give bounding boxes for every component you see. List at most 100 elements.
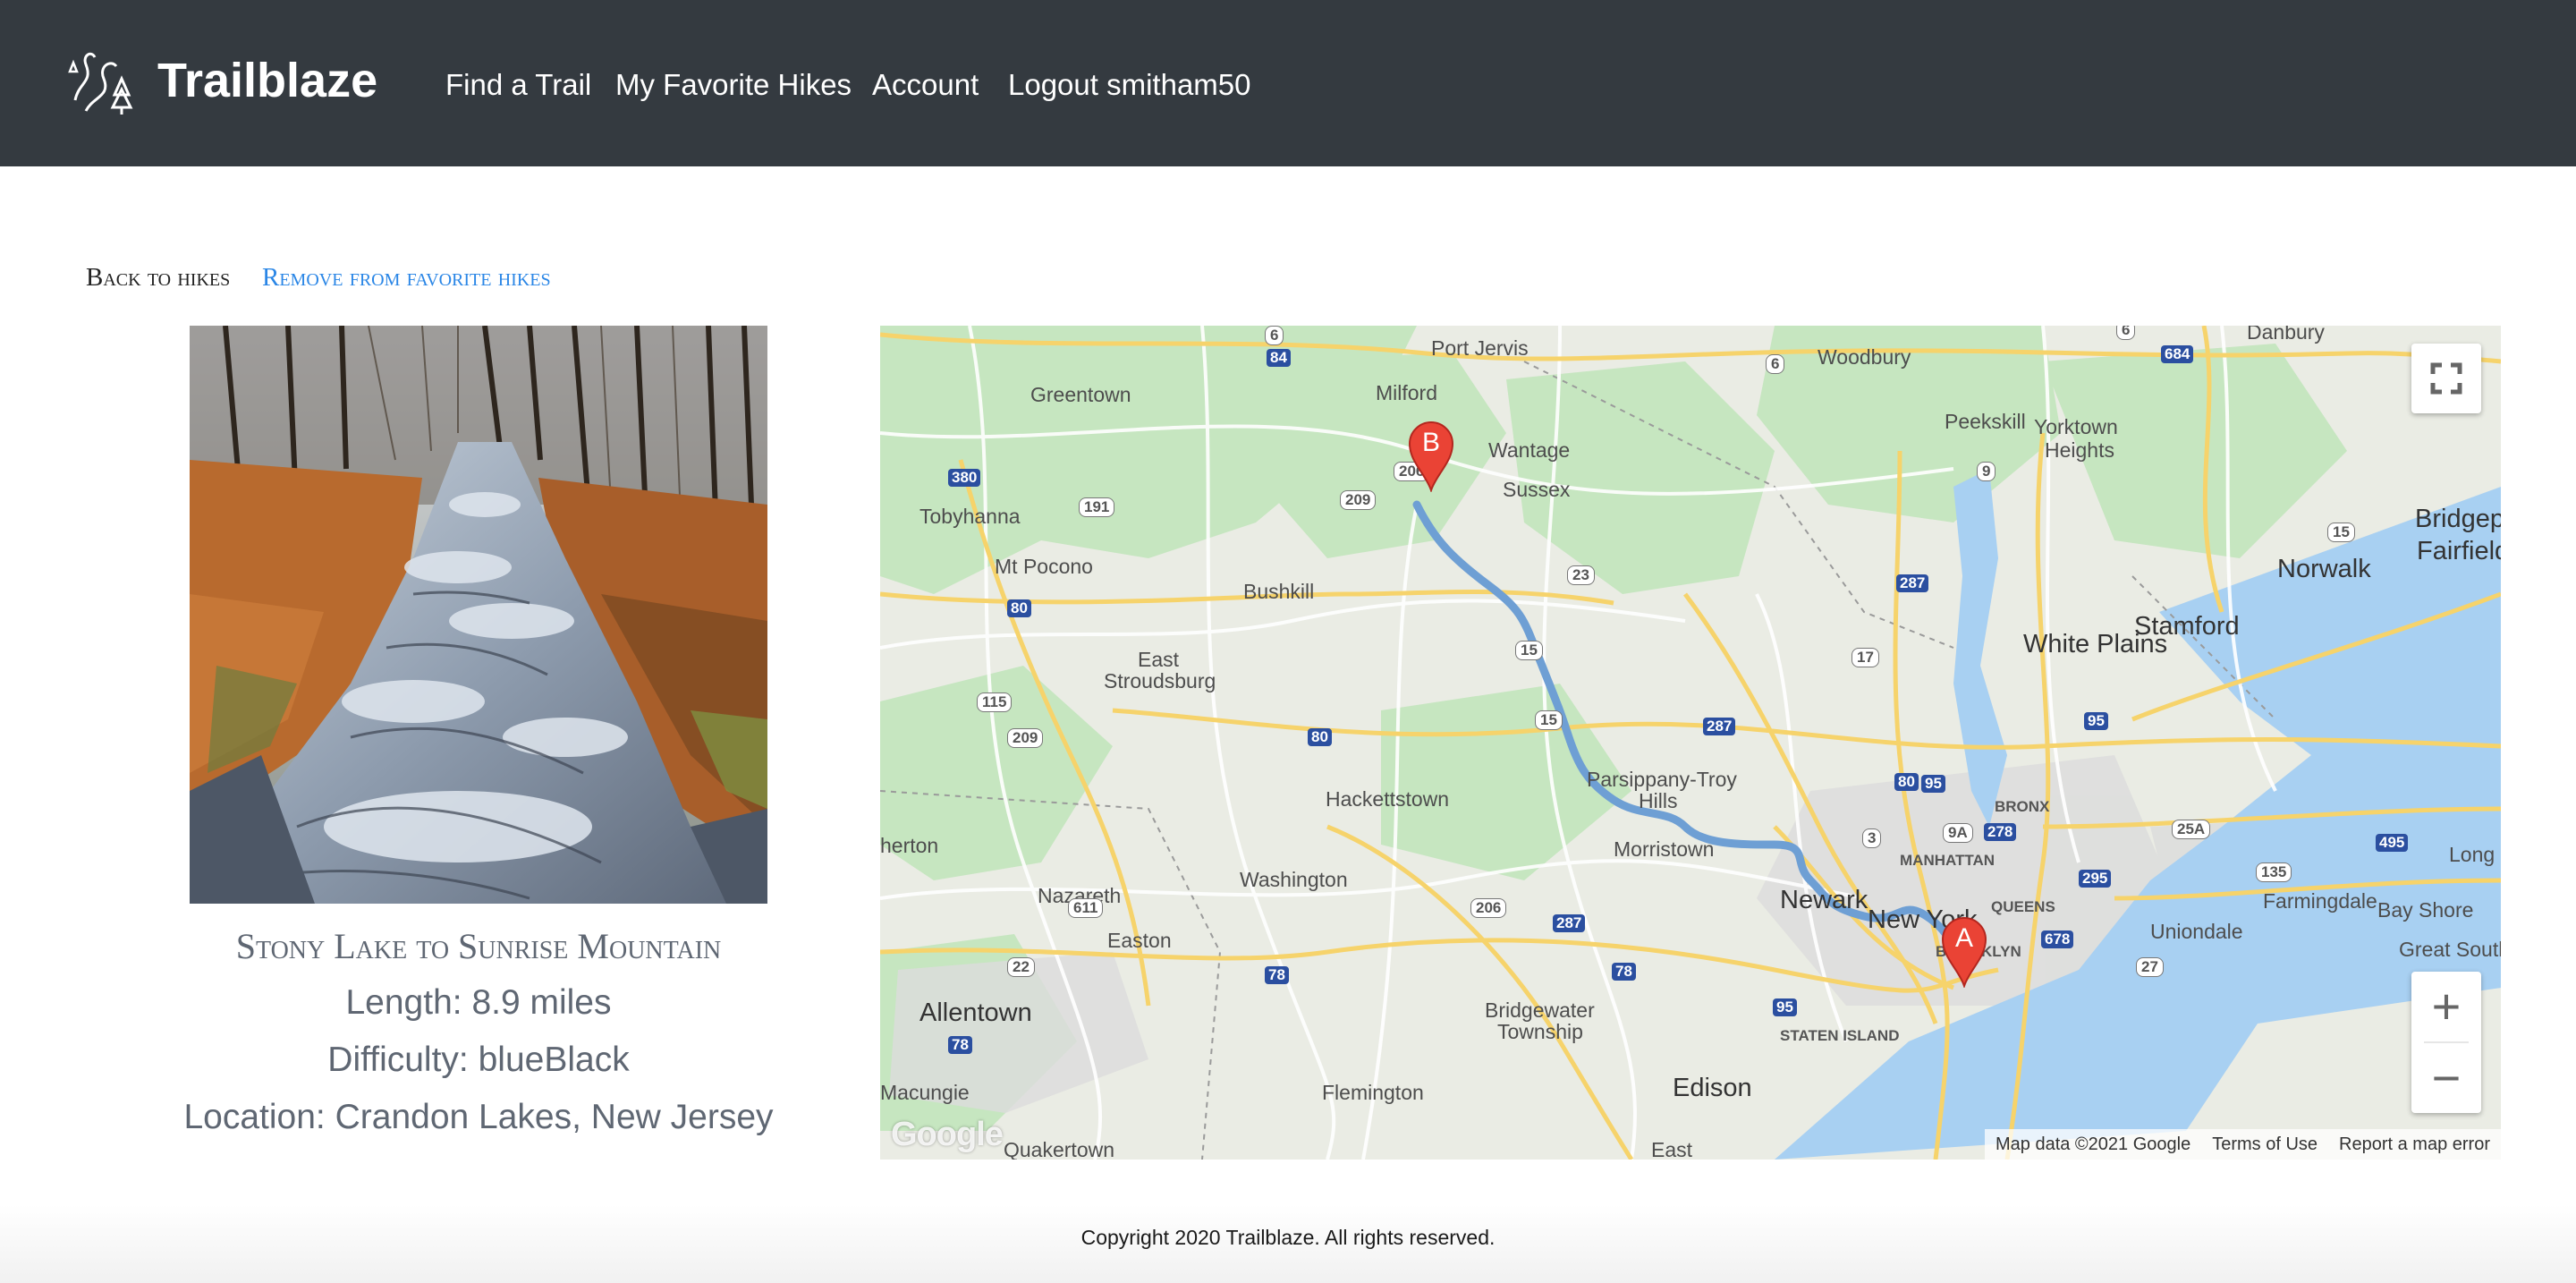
shield-80a: 80 — [1007, 599, 1031, 617]
zoom-in-button[interactable]: + — [2411, 972, 2481, 1041]
shield-9: 9 — [1977, 462, 1996, 481]
map-label-bushkill: Bushkill — [1243, 580, 1315, 603]
map-label-hackettstown: Hackettstown — [1326, 787, 1450, 811]
shield-9a: 9A — [1943, 823, 1973, 843]
map-label-staten-island: STATEN ISLAND — [1780, 1027, 1900, 1044]
map-label-sussex: Sussex — [1503, 478, 1571, 501]
shield-115: 115 — [977, 692, 1013, 712]
map-canvas — [880, 326, 2501, 1160]
shield-95b: 95 — [1921, 775, 1945, 793]
map-label-bay-shore: Bay Shore — [2377, 898, 2474, 922]
map-label-easton: Easton — [1107, 929, 1172, 952]
map-label-wantage: Wantage — [1488, 438, 1571, 462]
shield-78c: 78 — [948, 1036, 972, 1054]
hike-name: Stony Lake to Sunrise Mountain — [235, 926, 722, 966]
nav-find-a-trail[interactable]: Find a Trail — [445, 63, 591, 107]
map-label-norwalk: Norwalk — [2277, 555, 2371, 583]
map-label-uniondale: Uniondale — [2150, 920, 2243, 943]
zoom-out-button[interactable]: − — [2411, 1043, 2481, 1113]
map-label-bronx: BRONX — [1995, 798, 2050, 815]
terms-of-use-link[interactable]: Terms of Use — [2212, 1134, 2318, 1155]
footer-copyright: Copyright 2020 Trailblaze. All rights re… — [1080, 1226, 1496, 1249]
shield-678: 678 — [2041, 930, 2074, 948]
map-label-east: East — [1138, 648, 1180, 671]
shield-287c: 287 — [1553, 914, 1586, 932]
fullscreen-icon — [2430, 362, 2462, 395]
shield-287a: 287 — [1896, 574, 1929, 592]
map-label-queens: QUEENS — [1991, 898, 2055, 915]
map-label-hills: Hills — [1639, 789, 1678, 812]
shield-80b: 80 — [1308, 728, 1332, 746]
marker-b-label: B — [1421, 428, 1440, 457]
fullscreen-button[interactable] — [2411, 344, 2481, 413]
trailblaze-logo-icon[interactable] — [66, 47, 138, 118]
navbar: Trailblaze Find a Trail My Favorite Hike… — [0, 0, 2576, 166]
map-label-farmingdale: Farmingdale — [2263, 889, 2377, 913]
map-label-edison: Edison — [1673, 1074, 1752, 1102]
map-label-east-bottom: East — [1651, 1138, 1693, 1160]
map-label-fairfield: Fairfield — [2417, 537, 2501, 565]
hike-location: Location: Crandon Lakes, New Jersey — [183, 1098, 774, 1136]
map-label-flemington: Flemington — [1322, 1081, 1424, 1104]
map-label-danbury: Danbury — [2247, 326, 2325, 344]
shield-380: 380 — [948, 469, 981, 487]
map-label-morristown: Morristown — [1614, 837, 1715, 861]
shield-6b: 6 — [1766, 354, 1785, 374]
report-map-error-link[interactable]: Report a map error — [2339, 1134, 2490, 1155]
shield-209b: 209 — [1007, 728, 1044, 748]
map-label-woodbury: Woodbury — [1818, 345, 1911, 369]
marker-a-label: A — [1954, 923, 1973, 953]
map-label-greentown: Greentown — [1030, 383, 1131, 406]
brand-name[interactable]: Trailblaze — [157, 48, 377, 113]
map-label-manhattan: MANHATTAN — [1900, 852, 1996, 869]
zoom-control: + − — [2411, 972, 2481, 1113]
map-label-stroudsburg: Stroudsburg — [1104, 669, 1216, 692]
shield-80c: 80 — [1894, 773, 1919, 791]
shield-25a: 25A — [2172, 820, 2211, 839]
map-label-yorktown: Yorktown — [2034, 415, 2118, 438]
map-label-port-jervis: Port Jervis — [1431, 336, 1529, 360]
map-label-herton: herton — [880, 834, 939, 857]
marker-end-b[interactable]: B — [1408, 421, 1454, 492]
map-label-newark: Newark — [1780, 886, 1868, 914]
shield-23: 23 — [1567, 565, 1595, 585]
route-map[interactable]: Port Jervis Woodbury Danbury Greentown M… — [880, 326, 2501, 1160]
hike-length: Length: 8.9 miles — [345, 983, 612, 1022]
map-data-credit: Map data ©2021 Google — [1995, 1134, 2191, 1154]
shield-287b: 287 — [1703, 718, 1736, 735]
map-label-milford: Milford — [1376, 381, 1438, 404]
map-label-heights: Heights — [2045, 438, 2114, 462]
google-logo[interactable]: Google — [891, 1116, 1004, 1154]
nav-logout[interactable]: Logout smitham50 — [1008, 63, 1251, 107]
shield-684: 684 — [2161, 345, 2194, 363]
shield-84: 84 — [1267, 349, 1291, 367]
shield-135: 135 — [2256, 862, 2292, 882]
marker-start-a[interactable]: A — [1941, 916, 1987, 988]
shield-95c: 95 — [1773, 998, 1797, 1016]
shield-3: 3 — [1862, 828, 1882, 848]
map-label-quakertown: Quakertown — [1004, 1138, 1115, 1160]
shield-17: 17 — [1852, 648, 1879, 667]
map-label-township: Township — [1497, 1020, 1583, 1043]
map-label-long-i: Long I — [2449, 843, 2501, 866]
map-label-bridgewater: Bridgewater — [1485, 998, 1595, 1022]
hike-difficulty: Difficulty: blueBlack — [327, 1041, 630, 1079]
shield-27: 27 — [2136, 957, 2164, 977]
shield-209a: 209 — [1340, 490, 1377, 510]
shield-95a: 95 — [2084, 712, 2108, 730]
map-label-bridgeport: Bridgepo — [2415, 505, 2501, 533]
remove-from-favorites-link[interactable]: Remove from favorite hikes — [262, 259, 551, 295]
map-attribution: Map data ©2021 Google Terms of Use Repor… — [1984, 1129, 2501, 1160]
nav-my-favorite-hikes[interactable]: My Favorite Hikes — [615, 63, 852, 107]
shield-495: 495 — [2376, 834, 2409, 852]
map-label-macungie: Macungie — [880, 1081, 970, 1104]
shield-78b: 78 — [1612, 963, 1636, 981]
shield-6a: 6 — [1265, 326, 1284, 345]
nav-account[interactable]: Account — [872, 63, 979, 107]
map-label-great-south: Great South — [2399, 938, 2501, 961]
shield-78a: 78 — [1265, 966, 1289, 984]
back-to-hikes-link[interactable]: Back to hikes — [86, 259, 230, 295]
map-label-washington: Washington — [1240, 868, 1348, 891]
shield-15a: 15 — [2327, 523, 2355, 542]
shield-191: 191 — [1079, 497, 1115, 517]
